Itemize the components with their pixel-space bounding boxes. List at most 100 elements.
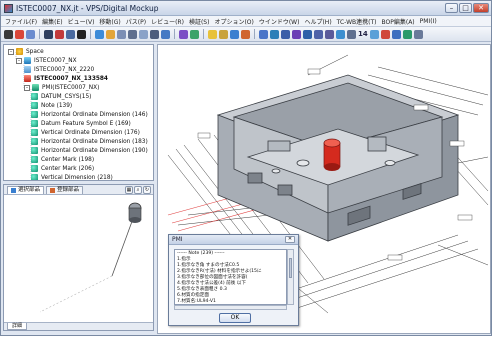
close-button[interactable]: ✕ [473, 3, 489, 13]
menu-pmi[interactable]: PMI(I) [420, 18, 437, 25]
front-view-icon[interactable] [314, 29, 323, 39]
assembly-tree-panel[interactable]: – Space – ISTEC0007_NX ISTEC0007_NX_2220 ISTE… [3, 44, 154, 181]
zoom-icon[interactable] [150, 29, 159, 39]
menu-verify[interactable]: 検証(S) [189, 17, 210, 26]
section-icon[interactable] [219, 29, 228, 39]
menu-tc-wb[interactable]: TC-WB連携(T) [337, 17, 377, 26]
tree-item[interactable]: ISTEC0007_NX_2220 [24, 65, 94, 74]
menu-window[interactable]: ウインドウ(W) [259, 17, 300, 26]
menu-file[interactable]: ファイル(F) [5, 17, 37, 26]
settings-dropdown-icon[interactable] [413, 29, 423, 39]
tree-item[interactable]: – PMI(ISTEC0007_NX) [24, 83, 99, 92]
pmi-vertical-scrollbar[interactable] [287, 249, 294, 305]
rotate-icon[interactable] [179, 29, 188, 39]
pointer-icon[interactable] [66, 29, 75, 39]
title-bar[interactable]: ISTEC0007_NX.jt - VPS/Digital Mockup – □… [1, 1, 491, 16]
wireframe-view-icon[interactable] [281, 29, 290, 39]
preview-zoom-icon[interactable]: ⌕ [134, 186, 142, 194]
print-icon[interactable] [44, 29, 53, 39]
registered-part-icon [50, 188, 56, 193]
pmi-display-icon[interactable] [391, 29, 401, 39]
clip-icon[interactable] [369, 29, 379, 39]
iso-view-icon[interactable] [303, 29, 312, 39]
tree-item[interactable]: Vertical Ordinate Dimension (176) [31, 128, 140, 137]
pmi-scroll-thumb[interactable] [289, 258, 292, 278]
pmi-leaf-icon [31, 156, 38, 163]
tree-item[interactable]: ISTEC0007_NX_133584 [24, 74, 108, 83]
space-icon [16, 48, 23, 55]
pmi-leaf-icon [31, 129, 38, 136]
tab-registered-part[interactable]: 登録部品 [46, 186, 84, 194]
toolbar-separator [174, 29, 175, 39]
tab-details[interactable]: 詳細 [7, 323, 28, 330]
menu-bar: ファイル(F) 編集(E) ビュー(V) 移動(G) パス(P) レビュー(R)… [1, 16, 491, 27]
view-dropdown-icon[interactable] [347, 29, 356, 39]
menu-review[interactable]: レビュー(R) [151, 17, 184, 26]
tree-item[interactable]: Horizontal Ordinate Dimension (146) [31, 110, 148, 119]
camera-icon[interactable] [117, 29, 126, 39]
maximize-button[interactable]: □ [459, 3, 472, 13]
right-view-icon[interactable] [336, 29, 345, 39]
ok-button[interactable]: OK [219, 313, 251, 323]
search-icon[interactable] [161, 29, 170, 39]
menu-edit[interactable]: 編集(E) [42, 17, 62, 26]
tree-item[interactable]: – Space [8, 47, 44, 56]
menu-view[interactable]: ビュー(V) [68, 17, 95, 26]
menu-move[interactable]: 移動(G) [99, 17, 120, 26]
minimize-button[interactable]: – [445, 3, 458, 13]
menu-help[interactable]: ヘルプ(H) [304, 17, 331, 26]
pmi-leaf-icon [31, 111, 38, 118]
tree-item[interactable]: Center Mark (198) [31, 155, 94, 164]
pmi-dialog-titlebar[interactable]: PMI ✕ [169, 235, 298, 245]
hidden-line-icon[interactable] [292, 29, 301, 39]
pmi-dialog-close-button[interactable]: ✕ [285, 236, 295, 243]
tree-item[interactable]: Horizontal Ordinate Dimension (190) [31, 146, 148, 155]
marker-icon[interactable] [241, 29, 250, 39]
menu-bop-edit[interactable]: BOP編集(A) [382, 17, 415, 26]
animation-icon[interactable] [402, 29, 412, 39]
preview-leader-line [39, 275, 113, 313]
tree-item-label: Vertical Ordinate Dimension (176) [41, 129, 140, 136]
toolbar: 14 [1, 27, 491, 42]
binoculars-icon[interactable] [77, 29, 86, 39]
pencil-icon[interactable] [259, 29, 268, 39]
select-arrow-icon[interactable] [4, 29, 13, 39]
tree-item[interactable]: Horizontal Ordinate Dimension (183) [31, 137, 148, 146]
pmi-note-textbox[interactable]: ------ Note (239) ------ 1.指示 1.指示なき角 すま… [174, 249, 287, 305]
tree-item[interactable]: Datum Feature Symbol E (169) [31, 119, 131, 128]
top-view-icon[interactable] [325, 29, 334, 39]
light-icon[interactable] [106, 29, 115, 39]
help-icon[interactable] [55, 29, 64, 39]
pmi-horizontal-scrollbar[interactable] [174, 305, 287, 310]
tree-expander-icon[interactable]: – [16, 57, 22, 64]
part-preview-canvas[interactable] [4, 196, 154, 322]
globe-icon[interactable] [95, 29, 104, 39]
menu-options[interactable]: オプション(O) [214, 17, 253, 26]
pmi-icon [32, 84, 39, 91]
pan-icon[interactable] [190, 29, 199, 39]
tree-expander-icon[interactable]: – [24, 84, 30, 91]
tree-item[interactable]: DATUM_CSYS(15) [31, 92, 91, 101]
app-window: ISTEC0007_NX.jt - VPS/Digital Mockup – □… [0, 0, 492, 336]
copy-icon[interactable] [26, 29, 35, 39]
app-logo-icon [4, 3, 13, 13]
tree-item-label: Datum Feature Symbol E (169) [41, 120, 131, 127]
preview-rotate-icon[interactable]: ↻ [143, 186, 151, 194]
window-view-icon[interactable] [139, 29, 148, 39]
tree-item[interactable]: Vertical Dimension (218) [31, 173, 113, 180]
tree-item[interactable]: – ISTEC0007_NX [16, 56, 77, 65]
assembly-icon [24, 57, 31, 64]
fit-view-icon[interactable] [128, 29, 137, 39]
shaded-view-icon[interactable] [270, 29, 279, 39]
explode-icon[interactable] [380, 29, 390, 39]
box-icon[interactable] [208, 29, 217, 39]
cut-icon[interactable] [15, 29, 24, 39]
measure-icon[interactable] [230, 29, 239, 39]
tree-item[interactable]: Center Mark (206) [31, 164, 94, 173]
tree-item[interactable]: Note (139) [31, 101, 72, 110]
tab-selected-part-label: 選択部品 [18, 187, 41, 193]
tree-expander-icon[interactable]: – [8, 48, 14, 55]
tab-selected-part[interactable]: 選択部品 [7, 186, 45, 194]
preview-fit-icon[interactable]: ▦ [125, 186, 133, 194]
menu-path[interactable]: パス(P) [126, 17, 146, 26]
